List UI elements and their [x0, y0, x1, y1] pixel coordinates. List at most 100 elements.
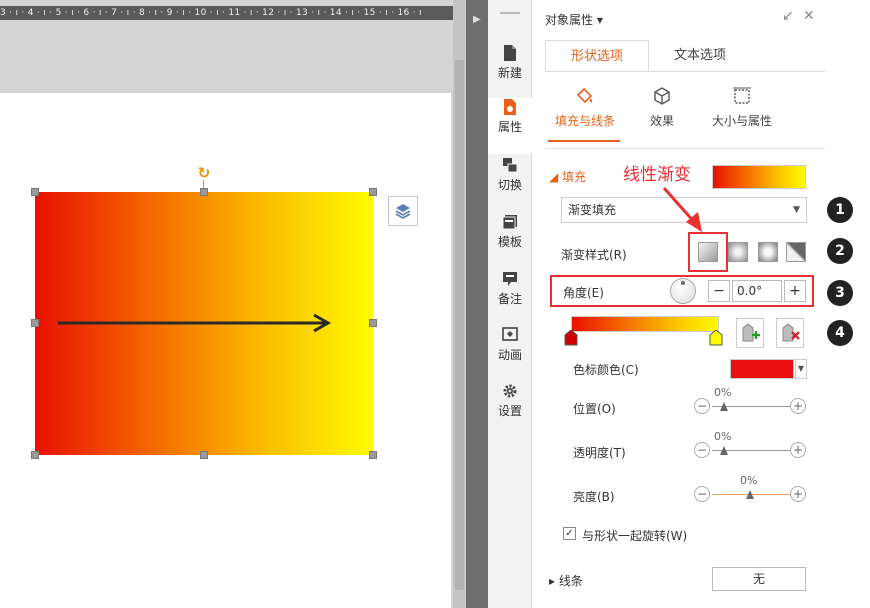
subtab-size-and-properties[interactable]: 大小与属性 [702, 86, 782, 129]
rotate-handle-icon[interactable]: ↻ [196, 165, 212, 181]
nav-item-template[interactable]: 模板 [488, 213, 532, 269]
annotation-linear-gradient: 线性渐变 [623, 165, 691, 185]
gradient-stops-bar[interactable] [571, 316, 719, 332]
resize-handle-n[interactable] [200, 188, 208, 196]
angle-input[interactable]: 0.0° [732, 280, 782, 302]
task-pane-collapse-bar[interactable] [466, 0, 488, 608]
slide-canvas[interactable]: 3 · ı · 4 · ı · 5 · ı · 6 · ı · 7 · ı · … [0, 0, 466, 608]
gradient-style-radial-button[interactable] [728, 242, 748, 262]
annotation-arrow-icon [662, 187, 702, 232]
slider-thumb[interactable] [720, 402, 728, 411]
annotation-highlight-box [688, 232, 728, 272]
step-badge-1: 1 [827, 197, 853, 223]
fill-section-header[interactable]: ◢ 填充 [549, 168, 586, 185]
transparency-label: 透明度(T) [573, 446, 626, 460]
subtab-fill-and-line[interactable]: 填充与线条 [546, 86, 624, 129]
position-label: 位置(O) [573, 402, 616, 416]
chevron-down-icon[interactable]: ▼ [795, 359, 807, 379]
stop-color-swatch[interactable] [730, 359, 794, 379]
panel-title[interactable]: 对象属性 ▾ [545, 11, 603, 28]
nav-label: 备注 [497, 292, 522, 306]
collapse-arrow-icon[interactable]: ▶ [473, 14, 481, 25]
add-gradient-stop-button[interactable] [736, 318, 764, 348]
gradient-stop-red[interactable] [564, 330, 578, 346]
note-icon [503, 272, 517, 286]
line-none-button[interactable]: 无 [712, 567, 806, 591]
section-divider [545, 148, 825, 149]
gear-icon [503, 384, 517, 398]
nav-label: 新建 [497, 66, 522, 80]
direction-arrow-icon [58, 313, 332, 333]
nav-item-settings[interactable]: 设置 [488, 382, 532, 438]
angle-increment-button[interactable]: + [784, 280, 806, 302]
position-value: 0% [714, 386, 732, 399]
animation-icon [502, 327, 518, 341]
plus-circle-icon[interactable]: + [790, 442, 806, 458]
paint-bucket-icon [576, 87, 593, 104]
horizontal-ruler: 3 · ı · 4 · ı · 5 · ı · 6 · ı · 7 · ı · … [0, 6, 453, 20]
rotate-with-shape-checkbox[interactable]: ✓ [563, 527, 576, 540]
brightness-slider[interactable]: − 0% + [694, 474, 808, 504]
close-icon[interactable]: ✕ [803, 8, 815, 24]
fill-type-value: 渐变填充 [568, 203, 617, 217]
gradient-stop-yellow[interactable] [709, 330, 723, 346]
nav-item-switch[interactable]: 切换 [488, 156, 532, 212]
nav-item-properties[interactable]: 属性 [488, 98, 532, 154]
gradient-style-path-button[interactable] [786, 242, 806, 262]
ruler-ticks: 3 · ı · 4 · ı · 5 · ı · 6 · ı · 7 · ı · … [0, 8, 422, 18]
nav-label: 模板 [497, 235, 522, 249]
layers-button[interactable] [388, 196, 418, 226]
switch-icon [503, 158, 518, 173]
resize-handle-s[interactable] [200, 451, 208, 459]
angle-decrement-button[interactable]: − [708, 280, 730, 302]
subtab-label: 填充与线条 [554, 114, 615, 128]
subtab-label: 效果 [649, 114, 674, 128]
step-badge-4: 4 [827, 320, 853, 346]
nav-label: 属性 [497, 120, 522, 134]
scrollbar-thumb[interactable] [455, 60, 464, 590]
nav-grip [500, 12, 520, 14]
tab-shape-options[interactable]: 形状选项 [545, 40, 649, 72]
angle-dial-marker [681, 281, 685, 285]
tabs-divider [545, 71, 825, 72]
step-badge-3: 3 [827, 280, 853, 306]
subtab-effects[interactable]: 效果 [640, 86, 684, 129]
line-section-header[interactable]: ▸ 线条 [549, 572, 583, 589]
plus-circle-icon[interactable]: + [790, 398, 806, 414]
position-slider[interactable]: − 0% + [694, 386, 808, 416]
resize-handle-e[interactable] [369, 319, 377, 327]
minus-circle-icon[interactable]: − [694, 398, 710, 414]
transparency-value: 0% [714, 430, 732, 443]
template-icon [502, 215, 517, 230]
transparency-slider[interactable]: − 0% + [694, 430, 808, 460]
layers-icon [395, 204, 411, 219]
nav-item-note[interactable]: 备注 [488, 270, 532, 326]
resize-handle-sw[interactable] [31, 451, 39, 459]
resize-handle-se[interactable] [369, 451, 377, 459]
nav-item-new[interactable]: 新建 [488, 44, 532, 100]
rotate-with-shape-label[interactable]: 与形状一起旋转(W) [582, 527, 687, 544]
resize-handle-w[interactable] [31, 319, 39, 327]
gradient-style-label: 渐变样式(R) [561, 248, 627, 262]
step-badge-2: 2 [827, 238, 853, 264]
gradient-style-rectangular-button[interactable] [758, 242, 778, 262]
brightness-value: 0% [740, 474, 758, 487]
file-icon [504, 45, 516, 61]
nav-label: 动画 [497, 348, 522, 362]
slider-thumb[interactable] [746, 490, 754, 499]
resize-handle-nw[interactable] [31, 188, 39, 196]
minus-circle-icon[interactable]: − [694, 442, 710, 458]
subtab-label: 大小与属性 [711, 114, 772, 128]
resize-handle-ne[interactable] [369, 188, 377, 196]
minus-circle-icon[interactable]: − [694, 486, 710, 502]
delete-gradient-stop-button[interactable] [776, 318, 804, 348]
panel-pin-icon[interactable]: ↙ [782, 8, 794, 24]
tab-text-options[interactable]: 文本选项 [650, 40, 750, 72]
gradient-preview[interactable] [712, 165, 806, 189]
stop-color-label: 色标颜色(C) [573, 363, 639, 377]
active-subtab-indicator [548, 140, 620, 142]
angle-label: 角度(E) [563, 286, 604, 300]
nav-item-animation[interactable]: 动画 [488, 326, 532, 382]
slider-thumb[interactable] [720, 446, 728, 455]
plus-circle-icon[interactable]: + [790, 486, 806, 502]
